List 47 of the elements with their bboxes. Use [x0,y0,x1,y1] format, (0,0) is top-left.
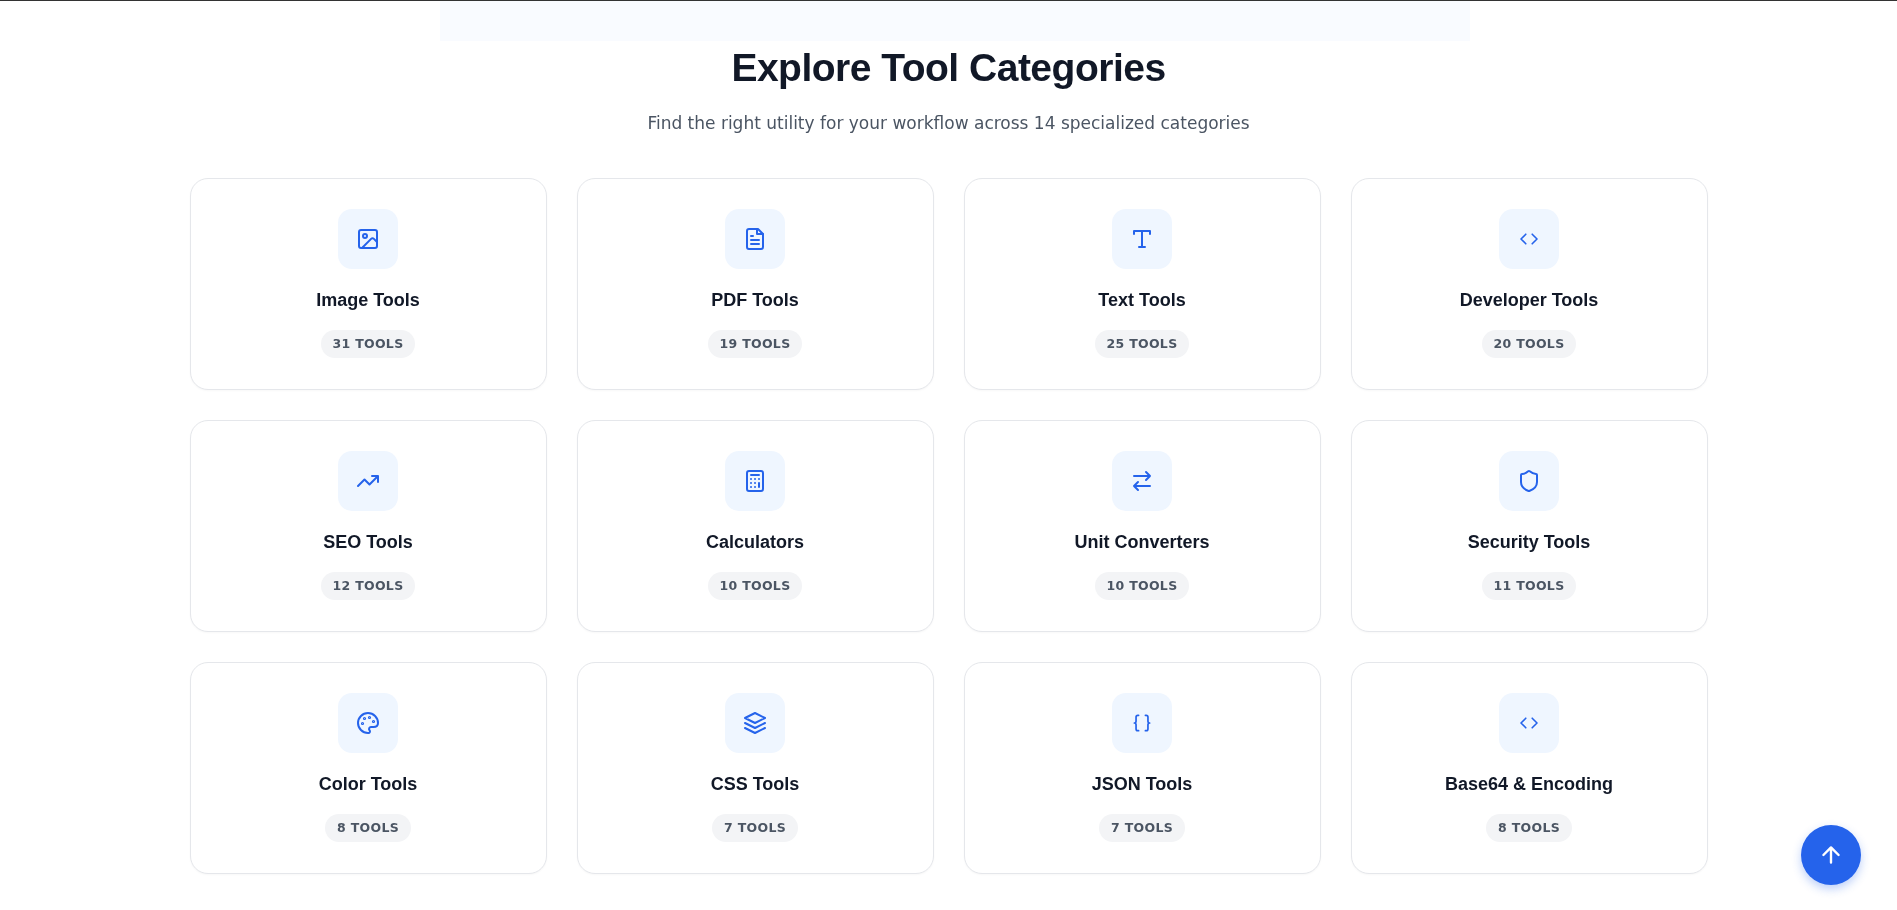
tool-count: 8 TOOLS [1486,814,1572,842]
text-icon [1130,227,1154,251]
tool-count: 7 TOOLS [1099,814,1185,842]
shield-icon [1517,469,1541,493]
category-name: Color Tools [318,773,418,795]
tool-count: 7 TOOLS [712,814,798,842]
category-name: Unit Converters [1074,531,1210,553]
scroll-to-top-button[interactable] [1801,825,1861,885]
category-name: Calculators [705,531,804,553]
category-card[interactable]: CSS Tools 7 TOOLS [576,662,934,874]
category-card[interactable]: Image Tools 31 TOOLS [189,178,547,390]
category-card[interactable]: Color Tools 8 TOOLS [189,662,547,874]
category-card[interactable]: PDF Tools 19 TOOLS [576,178,934,390]
category-card[interactable]: Security Tools 11 TOOLS [1350,420,1708,632]
calculator-icon [743,469,767,493]
tool-count: 20 TOOLS [1481,330,1577,358]
category-name: PDF Tools [711,289,799,311]
category-card[interactable]: Base64 & Encoding 8 TOOLS [1350,662,1708,874]
layers-icon [743,711,767,735]
category-name: Base64 & Encoding [1444,773,1613,795]
category-name: JSON Tools [1091,773,1193,795]
tool-count: 12 TOOLS [320,572,416,600]
category-card[interactable]: SEO Tools 12 TOOLS [189,420,547,632]
tool-count: 11 TOOLS [1481,572,1577,600]
category-name: SEO Tools [323,531,413,553]
category-card[interactable]: JSON Tools 7 TOOLS [963,662,1321,874]
category-name: Image Tools [316,289,420,311]
image-icon [356,227,380,251]
tool-count: 8 TOOLS [325,814,411,842]
section-subtitle: Find the right utility for your workflow across 14 specialized categories [647,112,1250,135]
category-card[interactable]: Text Tools 25 TOOLS [963,178,1321,390]
tool-count: 10 TOOLS [1094,572,1190,600]
category-name: Text Tools [1098,289,1186,311]
tool-count: 19 TOOLS [707,330,803,358]
tool-count: 25 TOOLS [1094,330,1190,358]
section-title: Explore Tool Categories [731,45,1166,91]
tool-count: 10 TOOLS [707,572,803,600]
swap-arrows-icon [1130,469,1154,493]
category-name: Security Tools [1467,531,1591,553]
category-card[interactable]: Calculators 10 TOOLS [576,420,934,632]
category-card[interactable]: Unit Converters 10 TOOLS [963,420,1321,632]
category-card[interactable]: Developer Tools 20 TOOLS [1350,178,1708,390]
tool-count: 31 TOOLS [320,330,416,358]
palette-icon [356,711,380,735]
category-name: Developer Tools [1459,289,1599,311]
category-name: CSS Tools [710,773,800,795]
document-icon [743,227,767,251]
